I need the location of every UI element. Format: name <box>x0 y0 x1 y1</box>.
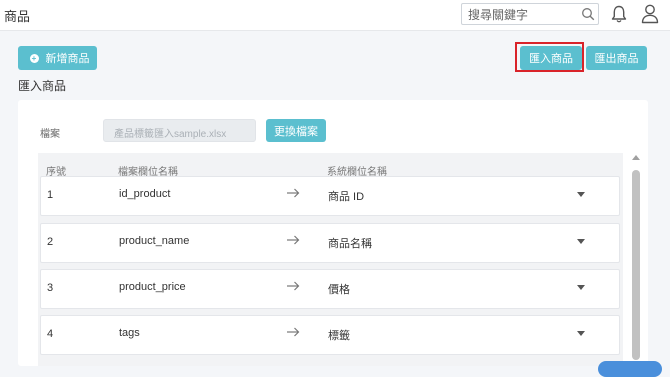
section-title: 匯入商品 <box>18 79 67 93</box>
file-field-name: product_price <box>119 281 186 293</box>
field-mapping-list: 序號 檔案欄位名稱 系統欄位名稱 1 id_product 商品 ID 2 pr… <box>38 153 623 366</box>
arrow-right-icon <box>287 281 300 291</box>
system-field-select-value[interactable]: 標籤 <box>328 327 350 343</box>
arrow-right-icon <box>287 188 300 198</box>
top-bar: 商品 <box>0 0 670 31</box>
file-field-name: tags <box>119 327 140 339</box>
search-box[interactable] <box>461 3 599 25</box>
change-file-button[interactable]: 更換檔案 <box>266 119 326 142</box>
chevron-down-icon[interactable] <box>577 192 585 197</box>
mapping-row: 4 tags 標籤 <box>40 315 620 355</box>
row-number: 3 <box>47 282 54 294</box>
add-product-button[interactable]: + 新增商品 <box>18 46 97 70</box>
row-number: 1 <box>47 189 54 201</box>
import-card: 檔案 產品標籤匯入sample.xlsx 更換檔案 序號 檔案欄位名稱 系統欄位… <box>18 100 648 366</box>
row-number: 2 <box>47 236 54 248</box>
system-field-select-value[interactable]: 價格 <box>328 281 350 297</box>
arrow-right-icon <box>287 235 300 245</box>
bell-icon[interactable] <box>610 4 628 24</box>
row-number: 4 <box>47 328 54 340</box>
chevron-down-icon[interactable] <box>577 285 585 290</box>
mapping-row: 1 id_product 商品 ID <box>40 176 620 216</box>
file-field-name: id_product <box>119 188 171 200</box>
chevron-down-icon[interactable] <box>577 331 585 336</box>
user-icon[interactable] <box>640 3 660 24</box>
mapping-row: 2 product_name 商品名稱 <box>40 223 620 263</box>
change-file-label: 更換檔案 <box>274 125 318 138</box>
search-input[interactable] <box>466 6 580 24</box>
file-label: 檔案 <box>40 129 60 140</box>
floating-action-button[interactable] <box>598 361 662 377</box>
import-button-highlight <box>515 42 584 72</box>
search-icon[interactable] <box>581 7 595 21</box>
system-field-select-value[interactable]: 商品 ID <box>328 188 364 204</box>
file-name-field: 產品標籤匯入sample.xlsx <box>103 119 256 142</box>
file-field-name: product_name <box>119 235 190 247</box>
export-products-button[interactable]: 匯出商品 <box>586 46 647 70</box>
scrollbar-thumb[interactable] <box>632 170 640 360</box>
arrow-right-icon <box>287 327 300 337</box>
page-title: 商品 <box>4 9 31 24</box>
mapping-row: 3 product_price 價格 <box>40 269 620 309</box>
export-products-label: 匯出商品 <box>594 53 639 65</box>
scroll-up-arrow-icon[interactable] <box>632 155 640 160</box>
chevron-down-icon[interactable] <box>577 239 585 244</box>
plus-icon: + <box>29 53 39 63</box>
system-field-select-value[interactable]: 商品名稱 <box>328 235 372 251</box>
add-product-label: 新增商品 <box>45 53 90 65</box>
